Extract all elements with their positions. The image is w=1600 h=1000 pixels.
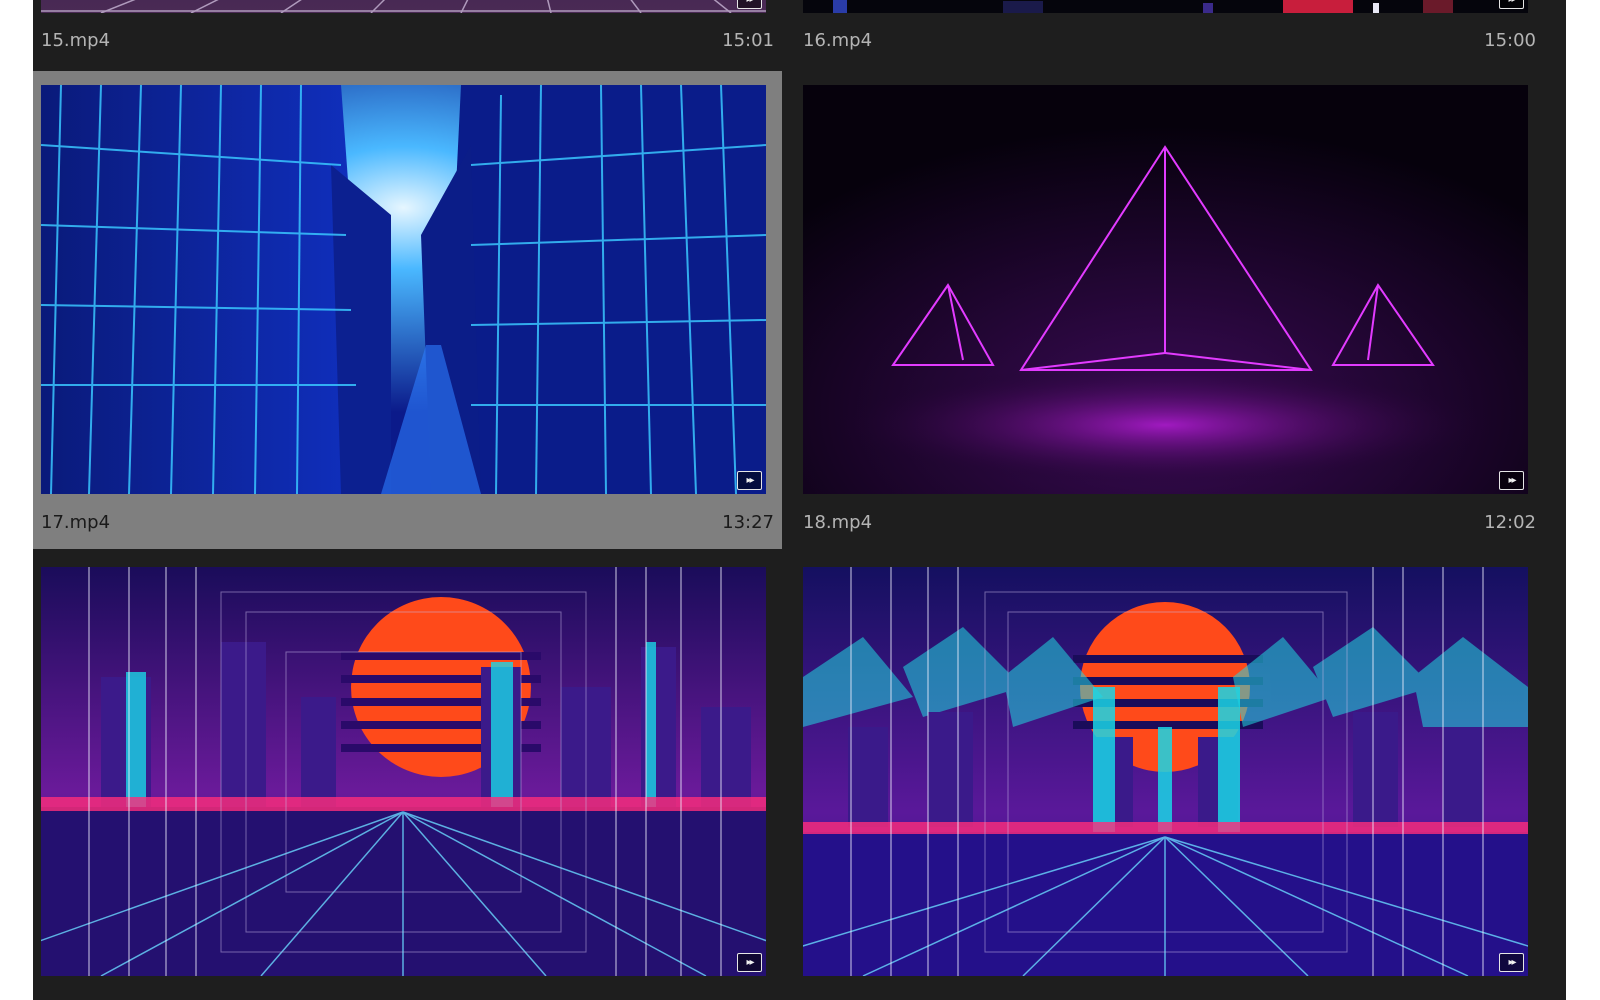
audio-video-badge-icon: ▸▸ [1499, 0, 1524, 9]
audio-video-badge-icon: ▸▸ [737, 953, 762, 972]
clip-thumbnail[interactable]: ▸▸ [41, 0, 766, 13]
clip-thumbnail[interactable]: ▸▸ [803, 0, 1528, 13]
clip-name[interactable]: 17.mp4 [41, 512, 110, 533]
clip-card-15[interactable]: ▸▸ 15.mp4 15:01 [33, 0, 782, 70]
clip-duration: 15:00 [1484, 29, 1536, 51]
clip-name[interactable]: 15.mp4 [41, 30, 110, 51]
clip-duration: 15:01 [722, 29, 774, 51]
clip-thumbnail[interactable]: ▸▸ [803, 567, 1528, 976]
clip-name[interactable]: 18.mp4 [803, 512, 872, 533]
clip-card-20[interactable]: ▸▸ [795, 553, 1544, 1000]
clip-duration: 12:02 [1484, 511, 1536, 533]
clip-name[interactable]: 16.mp4 [803, 30, 872, 51]
audio-video-badge-icon: ▸▸ [1499, 471, 1524, 490]
clip-thumbnail[interactable]: ▸▸ [41, 567, 766, 976]
clip-thumbnail[interactable]: ▸▸ [803, 85, 1528, 494]
project-bin-grid: ▸▸ 15.mp4 15:01 ▸▸ 16.mp4 15:00 [33, 0, 1566, 1000]
clip-duration: 13:27 [722, 511, 774, 533]
clip-thumbnail[interactable]: ▸▸ [41, 85, 766, 494]
clip-card-17[interactable]: ▸▸ 17.mp4 13:27 [33, 71, 782, 549]
audio-video-badge-icon: ▸▸ [737, 471, 762, 490]
audio-video-badge-icon: ▸▸ [737, 0, 762, 9]
clip-card-18[interactable]: ▸▸ 18.mp4 12:02 [795, 71, 1544, 549]
audio-video-badge-icon: ▸▸ [1499, 953, 1524, 972]
clip-card-16[interactable]: ▸▸ 16.mp4 15:00 [795, 0, 1544, 70]
clip-card-19[interactable]: ▸▸ [33, 553, 782, 1000]
